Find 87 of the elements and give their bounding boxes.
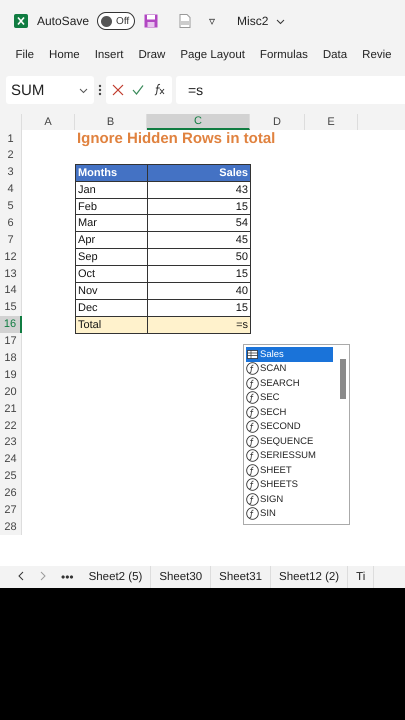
ribbon-tab[interactable]: Formulas [252,42,316,70]
row-header[interactable]: 3 [0,164,22,181]
spreadsheet-app-icon [13,13,29,29]
row-header[interactable]: 7 [0,231,22,248]
autocomplete-item[interactable]: SEC [246,390,333,405]
check-icon[interactable] [132,84,144,96]
table-icon [246,348,259,361]
sheet-tab[interactable]: Sheet2 (5) [80,566,152,588]
formula-field[interactable]: =s [176,76,405,104]
row-header[interactable]: 22 [0,417,22,434]
cancel-icon[interactable] [112,84,124,96]
function-icon [246,362,259,376]
row-header[interactable]: 27 [0,502,22,518]
function-icon [246,420,259,434]
function-icon [246,449,259,462]
row-header[interactable]: 28 [0,518,22,536]
row-header[interactable]: 23 [0,434,22,451]
more-icon [98,84,102,96]
autocomplete-item[interactable]: SERIESSUM [246,448,333,463]
ribbon-tab[interactable]: Revie [354,42,400,70]
autocomplete-item[interactable]: SHEET [246,463,333,478]
table-cell: =s [147,316,251,334]
function-icon [246,434,259,448]
row-header[interactable]: 24 [0,450,22,468]
row-header[interactable]: 15 [0,298,22,316]
row-header[interactable]: 6 [0,214,22,232]
row-header[interactable]: 13 [0,265,22,282]
autocomplete-item[interactable]: SEARCH [246,376,333,390]
function-icon [246,507,259,520]
row-header[interactable]: 2 [0,146,22,164]
row-header[interactable]: 14 [0,282,22,299]
ribbon-tab[interactable]: Insert [87,42,131,70]
insert-function-icon[interactable] [152,83,166,97]
column-header[interactable]: A [22,114,75,130]
autocomplete-item[interactable]: SECH [246,405,333,420]
column-header[interactable]: D [250,114,305,130]
row-header[interactable]: 19 [0,366,22,384]
more-commands-button[interactable]: ▿ [209,14,216,28]
row-header[interactable]: 20 [0,383,22,400]
chevron-right-icon [39,571,47,581]
chevron-left-icon [17,571,25,581]
row-header[interactable]: 21 [0,400,22,418]
column-header[interactable]: E [305,114,358,130]
autocomplete-item[interactable]: SCAN [246,362,333,376]
autocomplete-item[interactable]: SHEETS [246,478,333,492]
file-name[interactable]: Misc2 [237,14,268,28]
scrollbar-thumb[interactable] [340,359,346,399]
sheet-tab[interactable]: Sheet12 (2) [271,566,348,588]
ribbon-tab[interactable]: Data [315,42,355,70]
row-header[interactable]: 26 [0,484,22,502]
function-icon [246,376,259,390]
function-icon [246,406,259,419]
row-header[interactable]: 1 [0,130,22,147]
row-header[interactable]: 5 [0,198,22,214]
chevron-down-icon[interactable] [276,16,286,26]
table-cell: Sales [147,164,251,182]
ribbon-tab[interactable]: File [8,42,42,70]
row-header[interactable]: 25 [0,468,22,485]
ribbon-tab[interactable]: Draw [130,42,173,70]
name-box[interactable]: SUM [6,76,94,104]
autocomplete-item[interactable]: SEQUENCE [246,434,333,448]
autocomplete-item[interactable]: SECOND [246,420,333,434]
function-icon [246,464,259,477]
row-header[interactable]: 12 [0,248,22,266]
autosave-toggle[interactable]: Off [97,12,136,30]
document-icon[interactable] [177,13,194,29]
autocomplete-item[interactable]: SIN [246,506,333,521]
sheet-tab[interactable]: Sheet30 [151,566,212,588]
table-cell: Total [75,316,148,334]
table-cell: Months [75,164,148,182]
sheet-tab[interactable]: Sheet31 [211,566,272,588]
row-header[interactable]: 4 [0,180,22,198]
function-icon [246,391,259,404]
autosave-label: AutoSave [37,14,90,28]
more-sheets-button[interactable]: ••• [54,570,81,584]
ribbon-tab[interactable]: Page Layout [172,42,252,70]
sheet-tab[interactable]: Ti [348,566,374,588]
function-icon [246,478,259,492]
sheet-title: Ignore Hidden Rows in total [76,130,276,147]
chevron-down-icon[interactable] [79,86,88,94]
row-header[interactable]: 17 [0,332,22,350]
function-icon [246,492,259,506]
autocomplete-item[interactable]: Sales [246,347,333,362]
ribbon-tab[interactable]: Home [42,42,88,70]
save-icon[interactable] [143,13,160,29]
row-header[interactable]: 18 [0,350,22,366]
autocomplete-item[interactable]: SIGN [246,492,333,506]
